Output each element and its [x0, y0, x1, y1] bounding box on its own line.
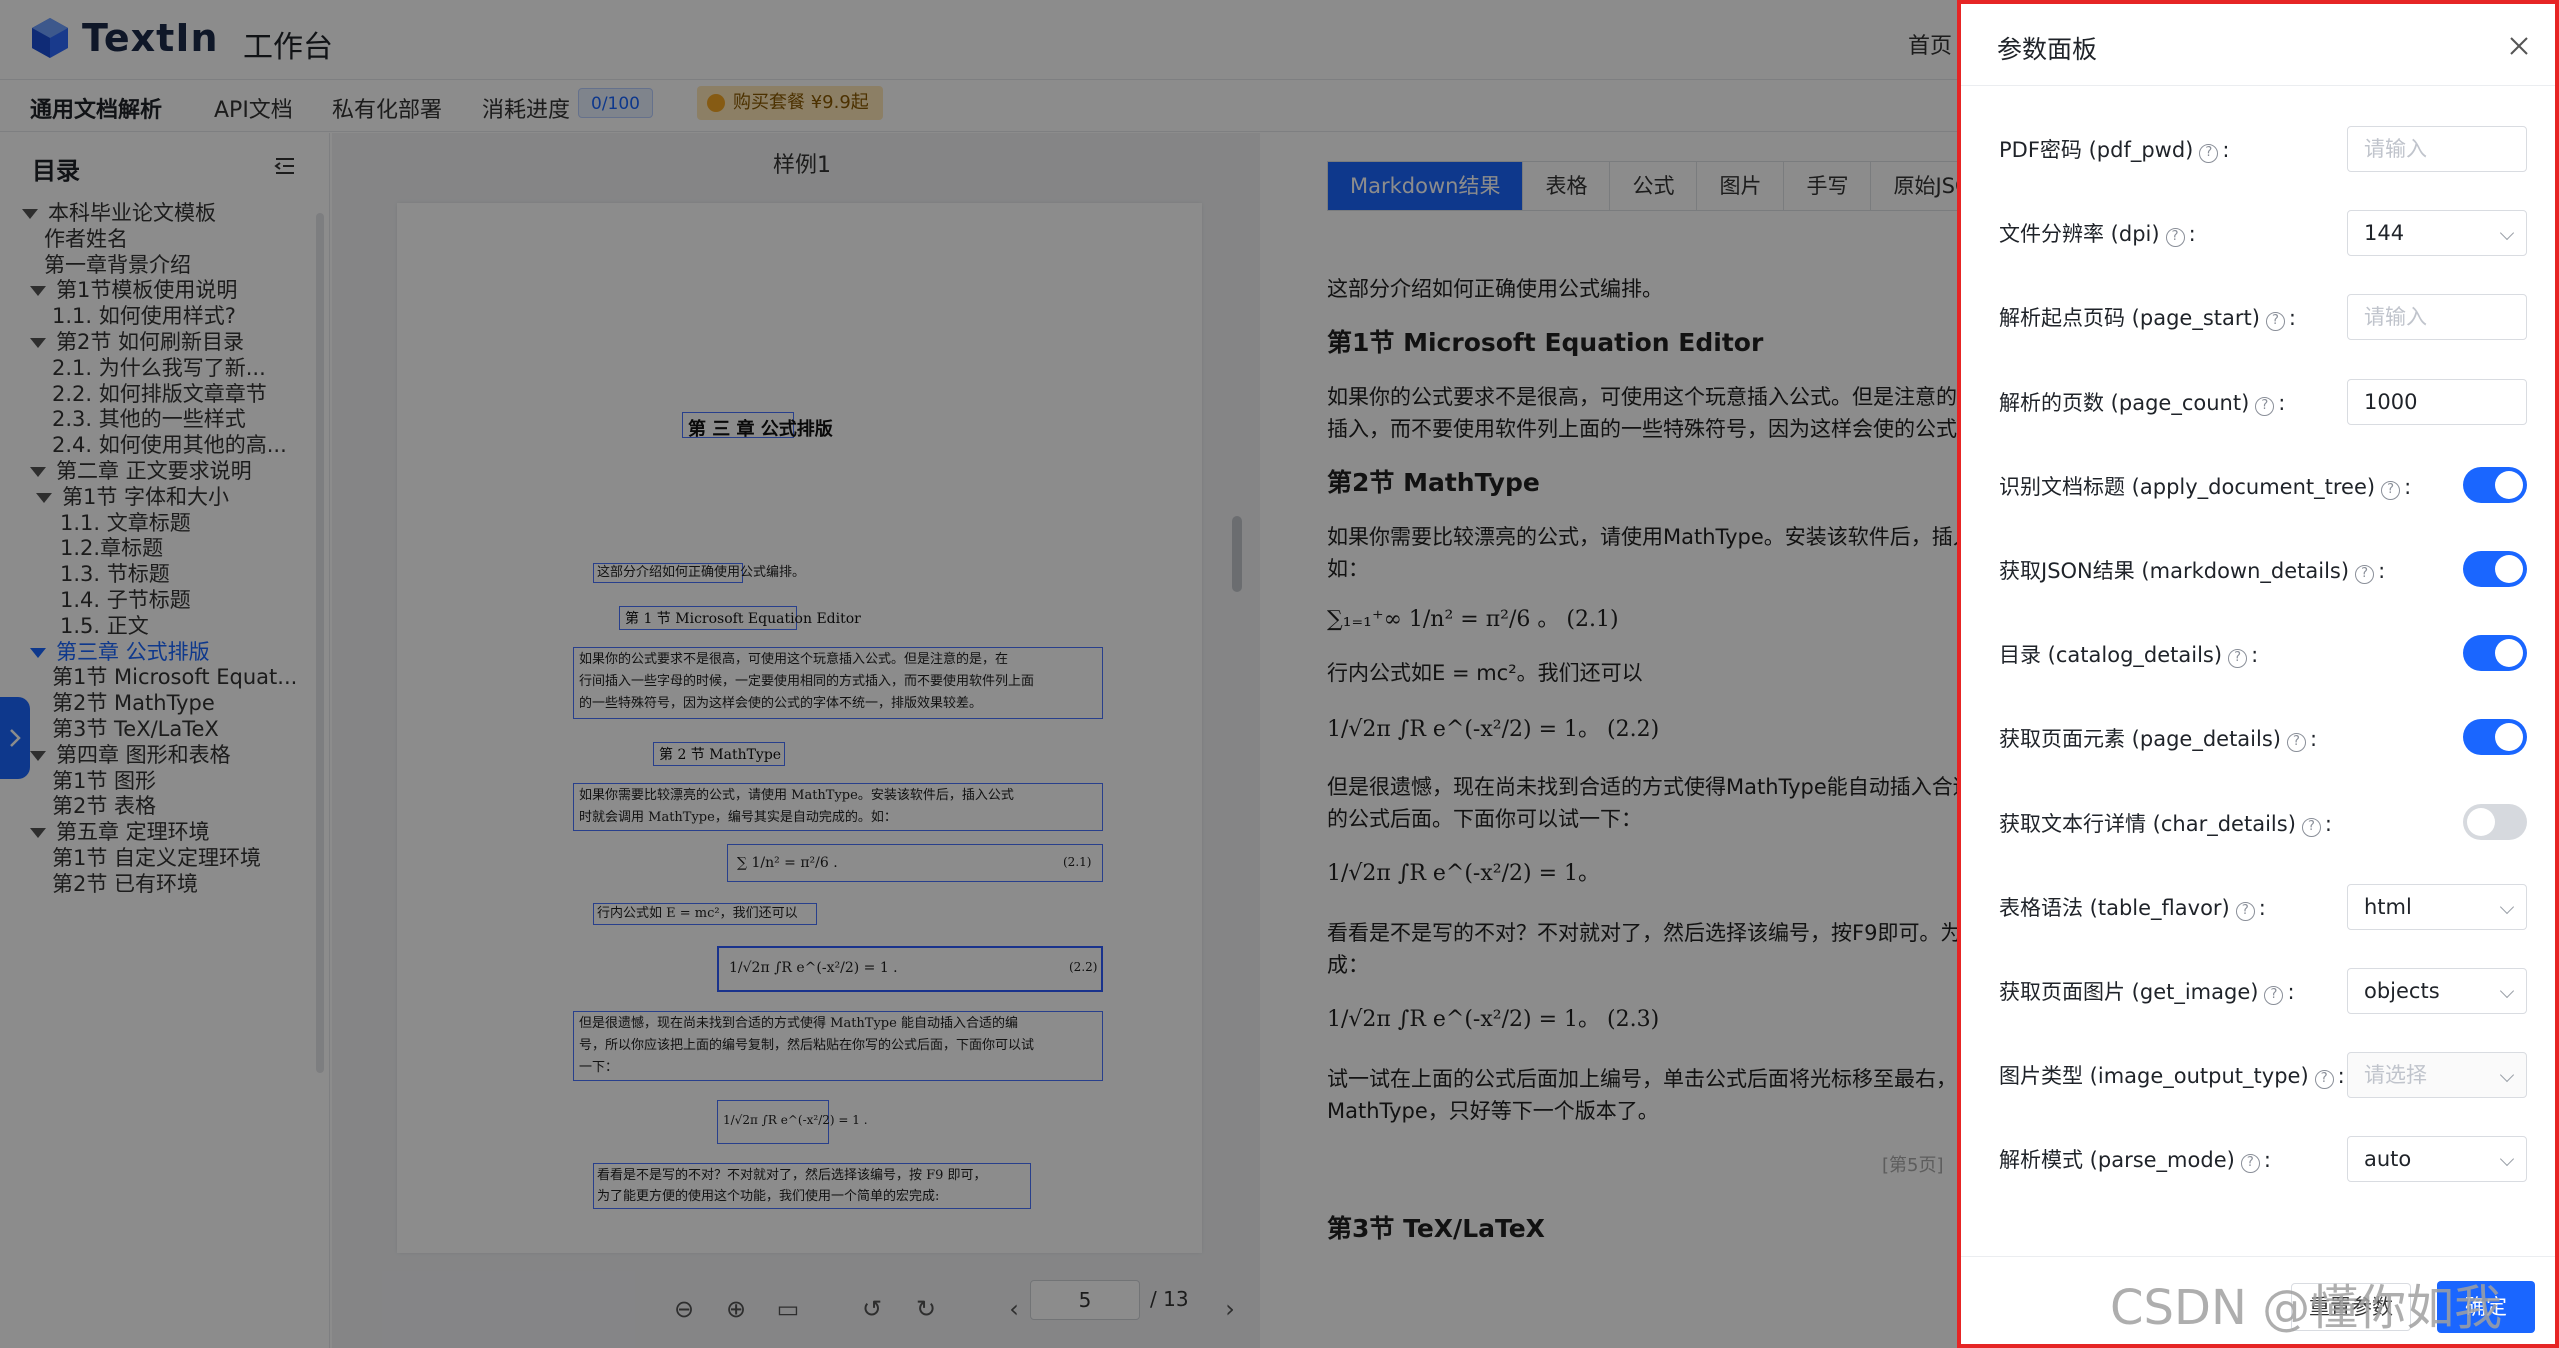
- param-colon: :: [2188, 222, 2196, 247]
- chevron-down-icon: [2499, 226, 2515, 241]
- param-value: html: [2364, 894, 2412, 919]
- chevron-down-icon: [2499, 983, 2515, 999]
- param-colon: :: [2251, 643, 2259, 668]
- param-value: objects: [2364, 979, 2440, 1003]
- help-icon[interactable]: ?: [2255, 396, 2275, 416]
- param-row: 获取页面图片 (get_image)?: objects: [1961, 960, 2555, 1020]
- param-label-text: 图片类型 (image_output_type): [1999, 1064, 2309, 1089]
- param-row: 获取页面元素 (page_details)?:: [1961, 707, 2555, 767]
- help-icon[interactable]: ?: [2286, 733, 2306, 753]
- param-label: 图片类型 (image_output_type)?:: [1999, 1060, 2345, 1090]
- param-row: PDF密码 (pdf_pwd)?: 请输入: [1961, 118, 2555, 178]
- help-icon[interactable]: ?: [2301, 817, 2321, 837]
- param-toggle[interactable]: [2463, 719, 2527, 756]
- param-label-text: PDF密码 (pdf_pwd): [1999, 138, 2194, 162]
- param-value: 144: [2364, 221, 2405, 246]
- param-label: 获取页面图片 (get_image)?:: [1999, 976, 2295, 1006]
- param-colon: :: [2378, 559, 2386, 583]
- param-label: 获取文本行详情 (char_details)?:: [1999, 808, 2332, 838]
- param-colon: :: [2337, 1064, 2345, 1089]
- param-select[interactable]: 144: [2347, 210, 2527, 257]
- param-toggle[interactable]: [2463, 803, 2527, 840]
- param-label-text: 目录 (catalog_details): [1999, 643, 2223, 668]
- chevron-down-icon: [2499, 1068, 2515, 1083]
- help-icon[interactable]: ?: [2235, 901, 2255, 921]
- param-select[interactable]: html: [2347, 883, 2527, 930]
- param-colon: :: [2288, 306, 2296, 331]
- param-label-text: 文件分辨率 (dpi): [1999, 222, 2160, 247]
- param-row: 文件分辨率 (dpi)?: 144: [1961, 202, 2555, 262]
- param-toggle[interactable]: [2463, 551, 2527, 587]
- param-colon: :: [2404, 474, 2412, 499]
- param-label-text: 识别文档标题 (apply_document_tree): [1999, 474, 2376, 499]
- param-colon: :: [2324, 811, 2332, 836]
- param-select[interactable]: 请选择: [2347, 1052, 2527, 1099]
- param-input[interactable]: 请输入: [2347, 126, 2527, 172]
- param-row: 目录 (catalog_details)?:: [1961, 623, 2555, 683]
- chevron-down-icon: [2499, 899, 2515, 914]
- param-label: 识别文档标题 (apply_document_tree)?:: [1999, 471, 2411, 501]
- param-colon: :: [2222, 138, 2230, 162]
- help-icon[interactable]: ?: [2264, 986, 2284, 1005]
- help-icon[interactable]: ?: [2381, 480, 2401, 500]
- help-icon[interactable]: ?: [2165, 228, 2185, 248]
- param-colon: :: [2263, 1148, 2271, 1173]
- help-icon[interactable]: ?: [2265, 312, 2285, 332]
- param-label-text: 获取页面图片 (get_image): [1999, 980, 2259, 1004]
- param-row: 解析模式 (parse_mode)?: auto: [1961, 1128, 2555, 1188]
- param-label: 表格语法 (table_flavor)?:: [1999, 892, 2266, 922]
- param-row: 识别文档标题 (apply_document_tree)?:: [1961, 455, 2555, 515]
- param-toggle[interactable]: [2463, 466, 2527, 503]
- param-row: 获取文本行详情 (char_details)?:: [1961, 792, 2555, 852]
- param-toggle[interactable]: [2463, 635, 2527, 672]
- drawer-title: 参数面板: [1997, 35, 2098, 64]
- param-label: 获取页面元素 (page_details)?:: [1999, 723, 2317, 753]
- param-colon: :: [2258, 895, 2266, 920]
- param-input[interactable]: 请输入: [2347, 294, 2527, 341]
- param-value: 1000: [2364, 389, 2418, 414]
- param-label-text: 解析的页数 (page_count): [1999, 390, 2250, 415]
- param-select[interactable]: objects: [2347, 968, 2527, 1014]
- help-icon[interactable]: ?: [2199, 144, 2219, 163]
- param-label: 目录 (catalog_details)?:: [1999, 639, 2258, 669]
- param-value: 请输入: [2364, 137, 2427, 161]
- param-colon: :: [2278, 390, 2286, 415]
- param-row: 获取JSON结果 (markdown_details)?:: [1961, 539, 2555, 599]
- param-label: 文件分辨率 (dpi)?:: [1999, 218, 2196, 248]
- help-icon[interactable]: ?: [2355, 565, 2375, 584]
- drawer-header: 参数面板: [1961, 4, 2555, 86]
- help-icon[interactable]: ?: [2228, 649, 2248, 669]
- help-icon[interactable]: ?: [2240, 1154, 2260, 1174]
- app-root: TextIn 工作台 首页 通用文档解析 API文档 私有化部署 消耗进度 0/…: [0, 0, 2559, 1348]
- param-value: 请输入: [2364, 305, 2427, 330]
- param-label-text: 获取文本行详情 (char_details): [1999, 811, 2296, 836]
- param-label: 获取JSON结果 (markdown_details)?:: [1999, 555, 2385, 585]
- param-label-text: 解析模式 (parse_mode): [1999, 1148, 2235, 1173]
- param-row: 图片类型 (image_output_type)?: 请选择: [1961, 1044, 2555, 1104]
- parameter-drawer: 参数面板 PDF密码 (pdf_pwd)?: 请输入 文件分辨率 (dpi)?:14…: [1957, 0, 2559, 1348]
- param-input[interactable]: 1000: [2347, 378, 2527, 425]
- param-label-text: 获取JSON结果 (markdown_details): [1999, 559, 2350, 583]
- chevron-down-icon: [2499, 1152, 2515, 1167]
- param-row: 表格语法 (table_flavor)?: html: [1961, 876, 2555, 936]
- param-label-text: 获取页面元素 (page_details): [1999, 727, 2281, 752]
- help-icon[interactable]: ?: [2314, 1070, 2334, 1090]
- param-value: auto: [2364, 1147, 2412, 1172]
- param-row: 解析的页数 (page_count)?: 1000: [1961, 371, 2555, 431]
- watermark: CSDN @懂你如我: [2110, 1280, 2503, 1336]
- param-value: 请选择: [2364, 1063, 2427, 1088]
- param-label-text: 表格语法 (table_flavor): [1999, 895, 2230, 920]
- param-label: 解析模式 (parse_mode)?:: [1999, 1144, 2271, 1174]
- param-row: 解析起点页码 (page_start)?: 请输入: [1961, 286, 2555, 346]
- param-label: 解析起点页码 (page_start)?:: [1999, 302, 2296, 332]
- param-label: 解析的页数 (page_count)?:: [1999, 387, 2285, 417]
- param-colon: :: [2287, 980, 2295, 1004]
- param-colon: :: [2309, 727, 2318, 752]
- param-select[interactable]: auto: [2347, 1136, 2527, 1183]
- close-icon[interactable]: [2507, 34, 2531, 58]
- param-label-text: 解析起点页码 (page_start): [1999, 306, 2260, 331]
- param-label: PDF密码 (pdf_pwd)?:: [1999, 134, 2229, 164]
